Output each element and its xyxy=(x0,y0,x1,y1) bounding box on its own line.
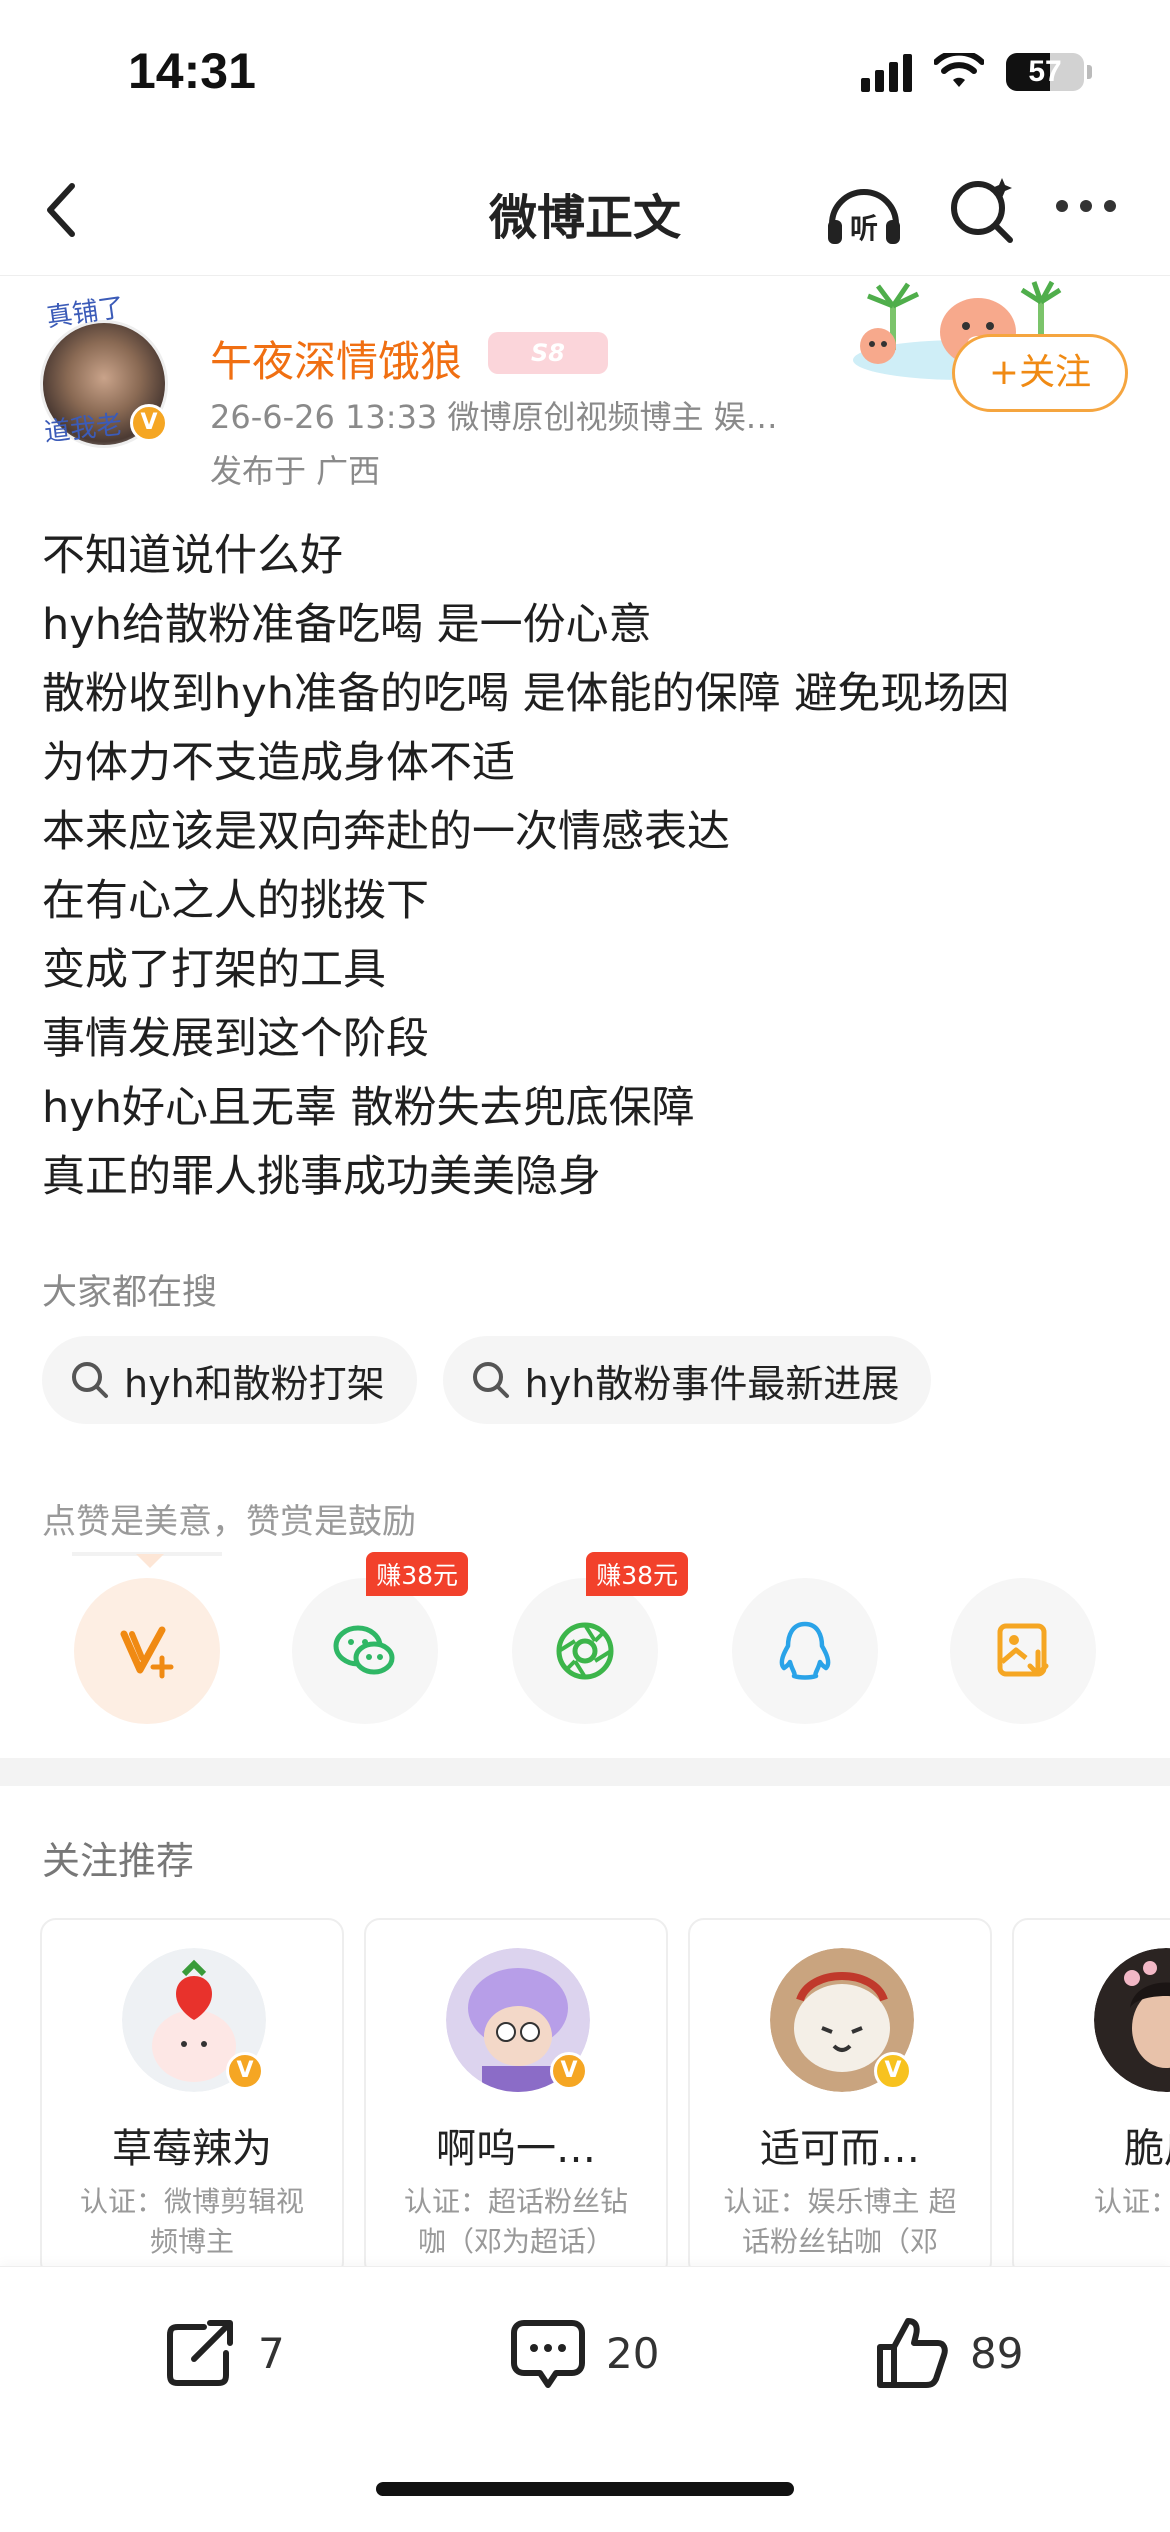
battery-icon: 57 xyxy=(1006,53,1084,91)
post-line: 变成了打架的工具 xyxy=(42,945,386,995)
earn-tag: 赚38元 xyxy=(366,1552,468,1596)
thumbs-up-icon xyxy=(877,2318,948,2388)
recommend-name: 适可而… xyxy=(760,2126,920,2172)
reward-label: 点赞是美意，赞赏是鼓励 xyxy=(42,1502,416,1542)
recommend-avatar xyxy=(1094,1948,1170,2092)
recommend-name: 脆皮 xyxy=(1124,2126,1170,2172)
recommend-card[interactable]: V 适可而… 认证：娱乐博主 超话粉丝钻咖（邓为… xyxy=(688,1918,992,2278)
listen-headphones-icon[interactable]: 听 xyxy=(822,172,906,256)
cellular-signal-icon xyxy=(861,52,912,92)
save-image-button[interactable] xyxy=(950,1578,1096,1724)
recommend-name: 草莓辣为 xyxy=(112,2126,272,2172)
qq-icon xyxy=(779,1621,831,1680)
post-location: 发布于 广西 xyxy=(210,452,381,490)
share-wechat-button[interactable]: 赚38元 xyxy=(292,1552,468,1724)
search-icon xyxy=(72,1362,108,1398)
reward-tip-arrow xyxy=(136,1554,164,1568)
listen-label: 听 xyxy=(850,212,878,245)
post-line: hyh好心且无辜 散粉失去兜底保障 xyxy=(42,1083,695,1133)
repost-button[interactable]: 7 xyxy=(160,2313,285,2393)
wechat-icon xyxy=(333,1625,395,1675)
wifi-icon xyxy=(934,53,984,87)
recommend-card[interactable]: V 啊呜一… 认证：超话粉丝钻咖（邓为超话）微… xyxy=(364,1918,668,2278)
search-chip[interactable]: hyh散粉事件最新进展 xyxy=(442,1336,932,1424)
recommend-desc: 认证：娱乐博主 超话粉丝钻咖（邓为… xyxy=(723,2185,957,2276)
top-nav: 微博正文 听 xyxy=(0,150,1170,276)
comment-count: 20 xyxy=(606,2328,660,2378)
like-count: 89 xyxy=(970,2328,1024,2378)
search-chip[interactable]: hyh和散粉打架 xyxy=(42,1336,417,1424)
follow-button[interactable]: +关注 xyxy=(952,334,1128,412)
section-divider xyxy=(0,1758,1170,1786)
verified-badge-icon: V xyxy=(874,2052,912,2090)
recommend-card[interactable]: V 草莓辣为 认证：微博剪辑视频博主 xyxy=(40,1918,344,2278)
status-bar: 14:31 57 xyxy=(0,0,1170,150)
status-icons: 57 xyxy=(861,52,1092,92)
recommend-title: 关注推荐 xyxy=(42,1839,195,1883)
search-chip-label: hyh散粉事件最新进展 xyxy=(524,1361,900,1406)
status-time: 14:31 xyxy=(128,43,256,99)
author-name[interactable]: 午夜深情饿狼 xyxy=(210,328,462,389)
share-row: 赚38元 赚38元 xyxy=(0,1552,1170,1728)
moments-icon xyxy=(556,1622,614,1680)
repost-icon xyxy=(167,2320,233,2386)
search-icon xyxy=(472,1362,509,1398)
home-indicator xyxy=(376,2482,794,2496)
post-line: 事情发展到这个阶段 xyxy=(42,1014,429,1064)
trending-search-label: 大家都在搜 xyxy=(42,1273,218,1313)
search-chip-label: hyh和散粉打架 xyxy=(124,1361,385,1406)
post-meta: 26-6-26 13:33 微博原创视频博主 娱… xyxy=(210,398,778,436)
post-content: 不知道说什么好 hyh给散粉准备吃喝 是一份心意 散粉收到hyh准备的吃喝 是体… xyxy=(42,522,1142,1212)
share-moments-button[interactable]: 赚38元 xyxy=(512,1552,688,1724)
post-line: 在有心之人的挑拨下 xyxy=(42,876,429,926)
post-line: 本来应该是双向奔赴的一次情感表达 xyxy=(42,807,730,857)
repost-count: 7 xyxy=(258,2328,285,2378)
verified-badge-icon: V xyxy=(130,404,168,442)
battery-level: 57 xyxy=(1028,55,1062,88)
post-line: 真正的罪人挑事成功美美隐身 xyxy=(42,1152,601,1202)
recommend-card[interactable]: 脆皮 认证：微博 xyxy=(1012,1918,1170,2278)
comment-button[interactable]: 20 xyxy=(508,2313,659,2393)
recommend-desc: 认证：微博 xyxy=(1093,2185,1170,2218)
like-button[interactable]: 89 xyxy=(872,2313,1023,2393)
search-icon[interactable] xyxy=(944,172,1022,250)
post-line: 散粉收到hyh准备的吃喝 是体能的保障 避免现场因 xyxy=(42,669,1010,719)
reward-vplus-button[interactable] xyxy=(74,1578,220,1724)
share-qq-button[interactable] xyxy=(732,1578,878,1724)
post-line: 为体力不支造成身体不适 xyxy=(42,738,515,788)
recommend-desc: 认证：超话粉丝钻咖（邓为超话）微… xyxy=(403,2185,628,2276)
recommend-name: 啊呜一… xyxy=(436,2126,596,2172)
recommend-row[interactable]: V 草莓辣为 认证：微博剪辑视频博主 V 啊呜一… 认证：超话粉丝钻咖（邓为超话… xyxy=(40,1918,1170,2278)
comment-icon xyxy=(511,2320,585,2388)
author-header: 真铺了 道我老 V 午夜深情饿狼 S8 26-6-26 13:33 微博原创视频… xyxy=(0,276,1170,506)
recommend-desc: 认证：微博剪辑视频博主 xyxy=(79,2185,304,2258)
verified-badge-icon: V xyxy=(550,2052,588,2090)
post-line: 不知道说什么好 xyxy=(42,531,343,581)
trending-search-chips: hyh和散粉打架 hyh散粉事件最新进展 xyxy=(42,1336,932,1424)
more-options-icon[interactable] xyxy=(1056,200,1116,212)
post-line: hyh给散粉准备吃喝 是一份心意 xyxy=(42,600,652,650)
earn-tag: 赚38元 xyxy=(586,1552,688,1596)
level-badge: S8 xyxy=(488,332,608,374)
vplus-icon xyxy=(120,1626,174,1679)
save-image-icon xyxy=(997,1623,1049,1677)
verified-badge-icon: V xyxy=(226,2052,264,2090)
